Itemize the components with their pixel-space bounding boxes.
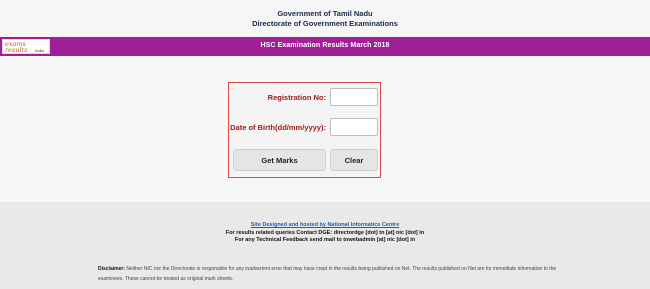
- nic-site-link[interactable]: Site Designed and hosted by National Inf…: [0, 222, 650, 230]
- clear-button[interactable]: Clear: [330, 149, 378, 171]
- feedback-contact-line: For any Technical Feedback send mail to …: [234, 237, 416, 243]
- registration-row: Registration No:: [229, 88, 382, 108]
- get-marks-button[interactable]: Get Marks: [233, 149, 326, 171]
- registration-input[interactable]: [330, 88, 378, 106]
- title-banner: exams results India HSC Examination Resu…: [0, 37, 650, 56]
- dob-input[interactable]: [330, 118, 378, 136]
- page-header: Government of Tamil Nadu Directorate of …: [0, 0, 650, 36]
- directorate-name: Directorate of Government Examinations: [252, 19, 398, 28]
- dge-contact-line: For results related queries Contact DGE:…: [225, 229, 425, 236]
- disclaimer-text: Neither NIC nor the Directorate is respo…: [98, 266, 557, 282]
- footer-info: Site Designed and hosted by National Inf…: [0, 222, 650, 245]
- disclaimer: Disclaimer: Neither NIC nor the Director…: [98, 264, 558, 284]
- dob-row: Date of Birth(dd/mm/yyyy):: [229, 118, 382, 138]
- registration-label: Registration No:: [267, 93, 326, 102]
- results-form: Registration No: Date of Birth(dd/mm/yyy…: [228, 82, 381, 178]
- page-footer: Site Designed and hosted by National Inf…: [0, 202, 650, 289]
- org-name: Government of Tamil Nadu: [277, 9, 373, 18]
- dob-label: Date of Birth(dd/mm/yyyy):: [230, 123, 326, 132]
- main-content: Registration No: Date of Birth(dd/mm/yyy…: [0, 56, 650, 202]
- disclaimer-label: Disclaimer:: [98, 266, 125, 272]
- page-title: HSC Examination Results March 2018: [260, 42, 390, 49]
